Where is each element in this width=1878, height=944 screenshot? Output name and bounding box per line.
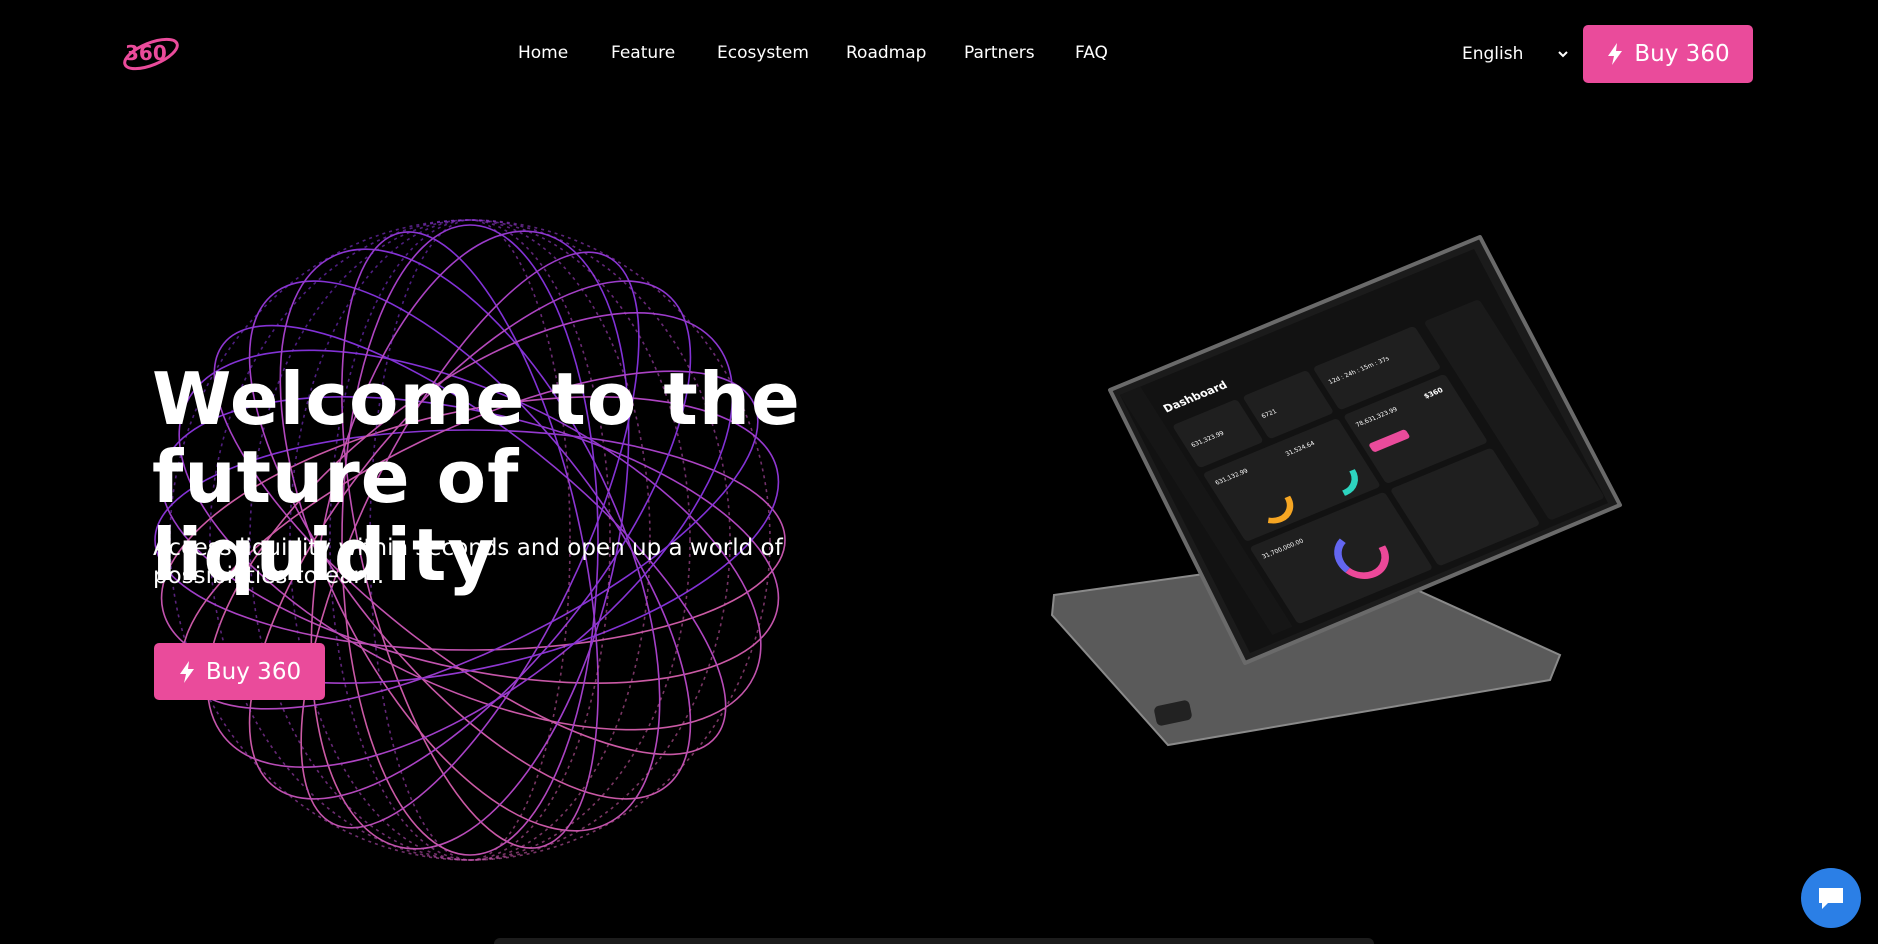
tablet-mockup-image: Dashboard 631,323.99 6721 12d : 24h : 15… <box>1050 235 1622 747</box>
nav-feature[interactable]: Feature <box>611 42 675 64</box>
hero-buy-button[interactable]: Buy 360 <box>154 643 325 700</box>
chat-bubble-icon <box>1819 888 1843 909</box>
nav-ecosystem[interactable]: Ecosystem <box>717 42 809 64</box>
nav-partners[interactable]: Partners <box>964 42 1035 64</box>
hero-subtitle: Access liquidity within seconds and open… <box>153 535 783 589</box>
nav-faq[interactable]: FAQ <box>1075 42 1108 64</box>
section-preview-bar <box>494 938 1374 944</box>
hero-headline-line1: Welcome to the <box>152 357 801 441</box>
hero-buy-label: Buy 360 <box>205 658 302 685</box>
chat-widget-button[interactable] <box>1801 868 1861 928</box>
nav-roadmap[interactable]: Roadmap <box>846 42 926 64</box>
language-select[interactable]: English <box>1462 42 1570 66</box>
language-label: English <box>1462 44 1524 64</box>
bolt-icon <box>1608 43 1623 65</box>
bolt-icon <box>179 660 194 683</box>
header-buy-button[interactable]: Buy 360 <box>1583 25 1753 83</box>
chevron-down-icon <box>1558 51 1568 58</box>
header-buy-label: Buy 360 <box>1634 41 1730 67</box>
nav-home[interactable]: Home <box>518 42 568 64</box>
